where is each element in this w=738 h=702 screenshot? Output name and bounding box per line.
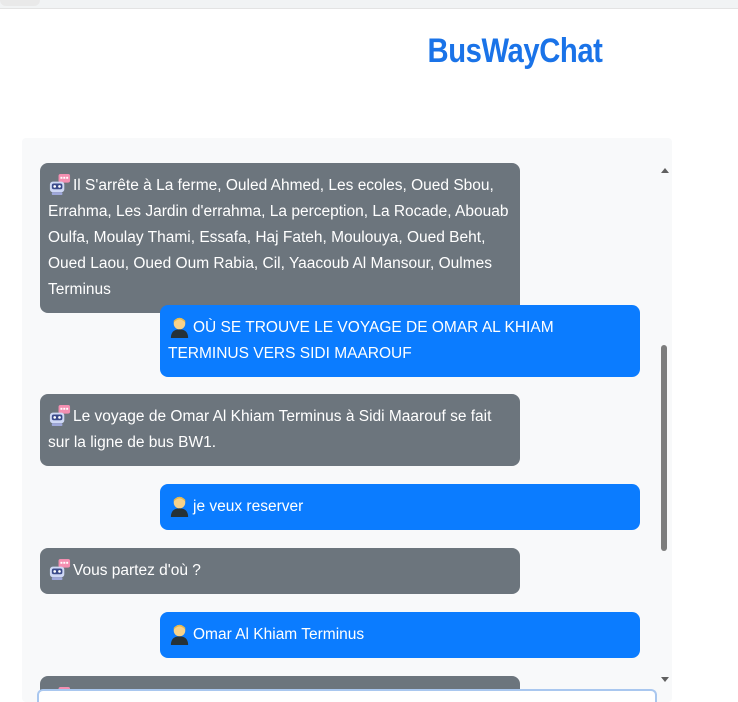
user-avatar-icon xyxy=(168,315,191,338)
scroll-up-arrow-icon[interactable] xyxy=(661,168,669,173)
user-message: Omar Al Khiam Terminus xyxy=(160,612,640,658)
user-message: OÙ SE TROUVE LE VOYAGE DE OMAR AL KHIAM … xyxy=(160,305,640,377)
robot-icon xyxy=(48,558,71,581)
user-avatar-icon xyxy=(168,494,191,517)
chat-scrollbar[interactable] xyxy=(659,168,669,698)
bot-message: Il S'arrête à La ferme, Ouled Ahmed, Les… xyxy=(40,163,520,313)
message-input[interactable] xyxy=(37,689,657,702)
message-text: Le voyage de Omar Al Khiam Terminus à Si… xyxy=(48,408,492,451)
scroll-down-arrow-icon[interactable] xyxy=(661,677,669,682)
message-text: je veux reserver xyxy=(193,498,304,515)
message-text: Omar Al Khiam Terminus xyxy=(193,626,365,643)
browser-top-strip xyxy=(0,0,738,9)
app-title: BusWayChat xyxy=(427,32,603,70)
chat-messages[interactable]: Il S'arrête à La ferme, Ouled Ahmed, Les… xyxy=(22,138,656,702)
chat-panel: Il S'arrête à La ferme, Ouled Ahmed, Les… xyxy=(22,138,672,702)
robot-icon xyxy=(48,404,71,427)
tab-notch xyxy=(0,0,40,6)
message-text: Il S'arrête à La ferme, Ouled Ahmed, Les… xyxy=(48,177,509,298)
message-text: Vous partez d'où ? xyxy=(73,562,201,579)
message-text: OÙ SE TROUVE LE VOYAGE DE OMAR AL KHIAM … xyxy=(168,319,554,362)
bot-message: Le voyage de Omar Al Khiam Terminus à Si… xyxy=(40,394,520,466)
bot-message: Vous partez d'où ? xyxy=(40,548,520,594)
user-avatar-icon xyxy=(168,622,191,645)
robot-icon xyxy=(48,173,71,196)
user-message: je veux reserver xyxy=(160,484,640,530)
scrollbar-thumb[interactable] xyxy=(661,345,667,551)
